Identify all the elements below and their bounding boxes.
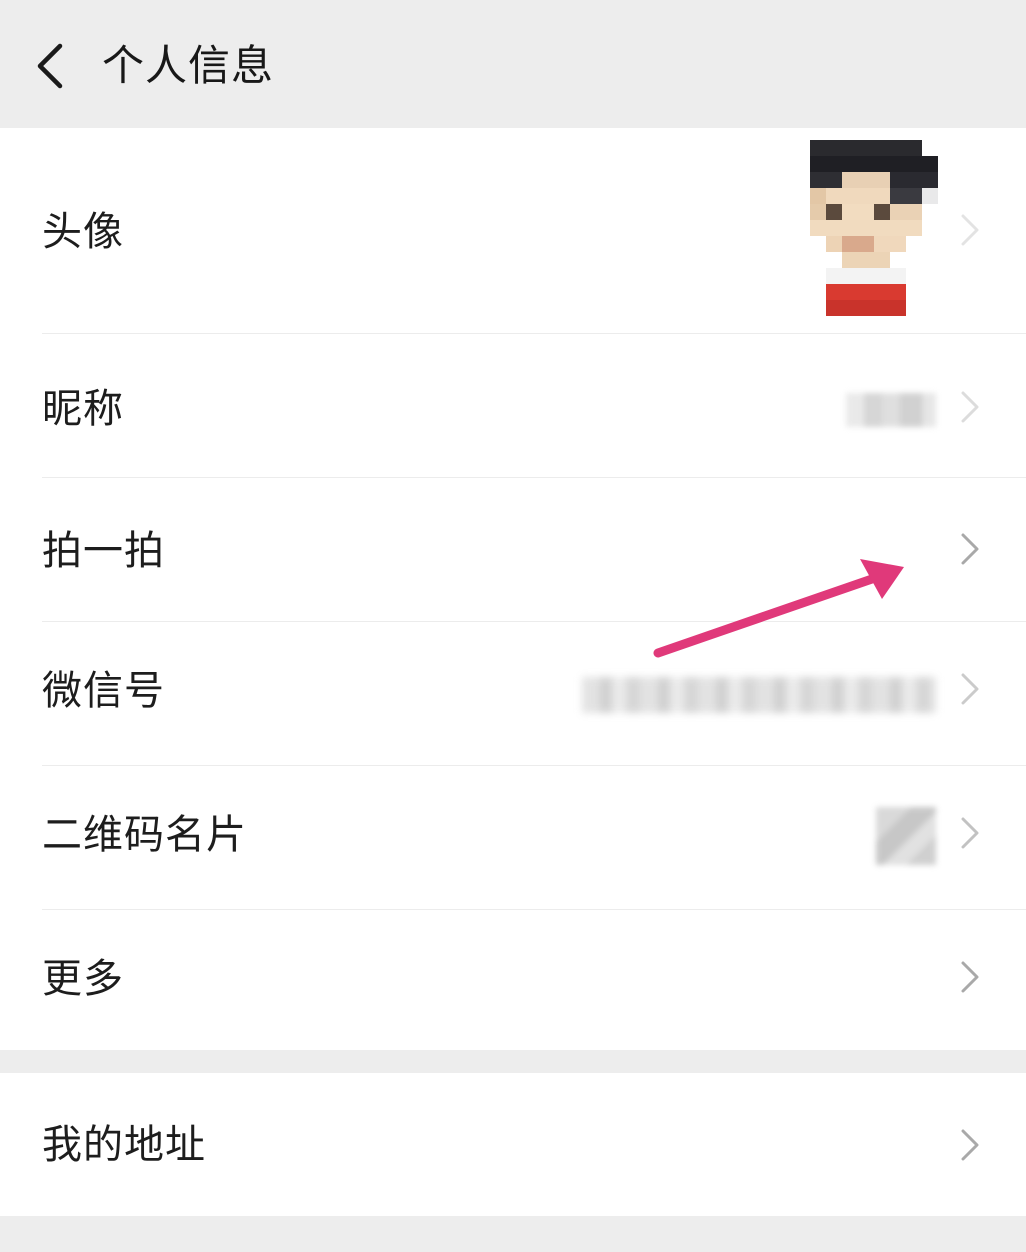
nickname-label: 昵称 [42,386,124,432]
chevron-right-icon [958,387,982,427]
chevron-right-icon [958,669,982,709]
chevron-right-icon [958,957,982,997]
back-button[interactable] [30,40,74,92]
avatar-label: 头像 [42,209,124,255]
chevron-right-icon [958,813,982,853]
qr-card-label: 二维码名片 [42,812,247,858]
avatar [794,140,938,316]
nickname-row[interactable]: 昵称 [0,333,1026,477]
page-title: 个人信息 [102,41,275,90]
chevron-right-icon [958,529,982,569]
nickname-value-redacted [846,393,936,427]
annotation-arrow-icon [650,555,910,665]
avatar-image [794,140,938,316]
more-row[interactable]: 更多 [0,909,1026,1050]
pat-label: 拍一拍 [42,528,165,574]
chevron-right-icon [958,1125,982,1165]
wechat-id-label: 微信号 [42,668,165,714]
more-label: 更多 [42,956,124,1002]
wechat-id-value-redacted [582,677,936,713]
top-bar: 个人信息 [0,0,1026,128]
my-address-row[interactable]: 我的地址 [0,1073,1026,1216]
address-section: 我的地址 [0,1073,1026,1216]
personal-info-page: 个人信息 头像 昵称 拍一拍 微信号 二维码名片 更多 我的地址 [0,0,1026,1252]
qr-card-row[interactable]: 二维码名片 [0,765,1026,909]
qr-code-icon [876,807,936,865]
chevron-left-icon [37,43,63,89]
chevron-right-icon [958,210,982,250]
avatar-row[interactable]: 头像 [0,128,1026,333]
my-address-label: 我的地址 [42,1122,206,1168]
